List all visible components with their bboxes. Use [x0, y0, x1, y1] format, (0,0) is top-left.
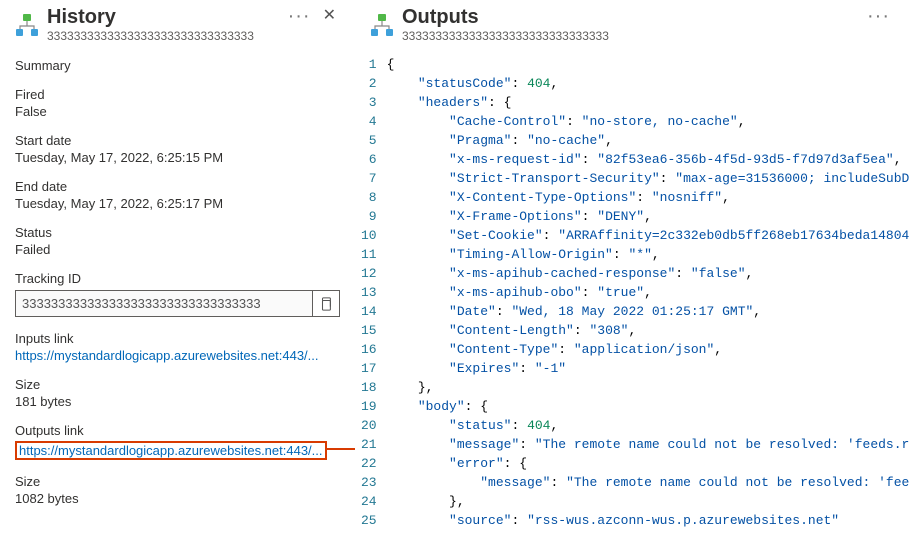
inputs-link-label: Inputs link [15, 331, 340, 346]
outputs-size-value: 1082 bytes [15, 491, 340, 506]
tracking-id-input[interactable] [15, 290, 312, 317]
outputs-link-highlight: https://mystandardlogicapp.azurewebsites… [15, 441, 327, 460]
code-viewer[interactable]: 1234567891011121314151617181920212223242… [355, 55, 910, 550]
copy-icon [319, 297, 333, 311]
arrow-icon [325, 441, 355, 457]
inputs-size-value: 181 bytes [15, 394, 340, 409]
outputs-title: Outputs [402, 5, 849, 29]
outputs-size-label: Size [15, 474, 340, 489]
summary-label: Summary [15, 58, 340, 73]
status-value: Failed [15, 242, 340, 257]
inputs-link[interactable]: https://mystandardlogicapp.azurewebsites… [15, 348, 319, 363]
outputs-subtitle: 3333333333333333333333333333333 [402, 29, 849, 44]
close-icon[interactable]: ✕ [319, 5, 340, 25]
fired-value: False [15, 104, 340, 119]
outputs-link-label: Outputs link [15, 423, 340, 438]
end-date-value: Tuesday, May 17, 2022, 6:25:17 PM [15, 196, 340, 211]
outputs-link[interactable]: https://mystandardlogicapp.azurewebsites… [19, 443, 323, 458]
logic-app-icon [370, 13, 394, 37]
more-icon[interactable]: ··· [288, 5, 311, 23]
outputs-header: Outputs 3333333333333333333333333333333 … [355, 5, 910, 44]
inputs-size-label: Size [15, 377, 340, 392]
history-header: History 3333333333333333333333333333333 … [15, 5, 340, 44]
end-date-label: End date [15, 179, 340, 194]
history-title: History [47, 5, 270, 29]
outputs-panel: Outputs 3333333333333333333333333333333 … [355, 0, 910, 550]
line-gutter: 1234567891011121314151617181920212223242… [355, 55, 387, 550]
code-lines: { "statusCode": 404, "headers": { "Cache… [387, 55, 910, 550]
history-subtitle: 3333333333333333333333333333333 [47, 29, 270, 44]
fired-label: Fired [15, 87, 340, 102]
status-label: Status [15, 225, 340, 240]
start-date-value: Tuesday, May 17, 2022, 6:25:15 PM [15, 150, 340, 165]
more-icon[interactable]: ··· [867, 5, 890, 23]
start-date-label: Start date [15, 133, 340, 148]
tracking-id-label: Tracking ID [15, 271, 340, 286]
copy-button[interactable] [312, 290, 340, 317]
history-panel: History 3333333333333333333333333333333 … [0, 0, 355, 550]
logic-app-icon [15, 13, 39, 37]
